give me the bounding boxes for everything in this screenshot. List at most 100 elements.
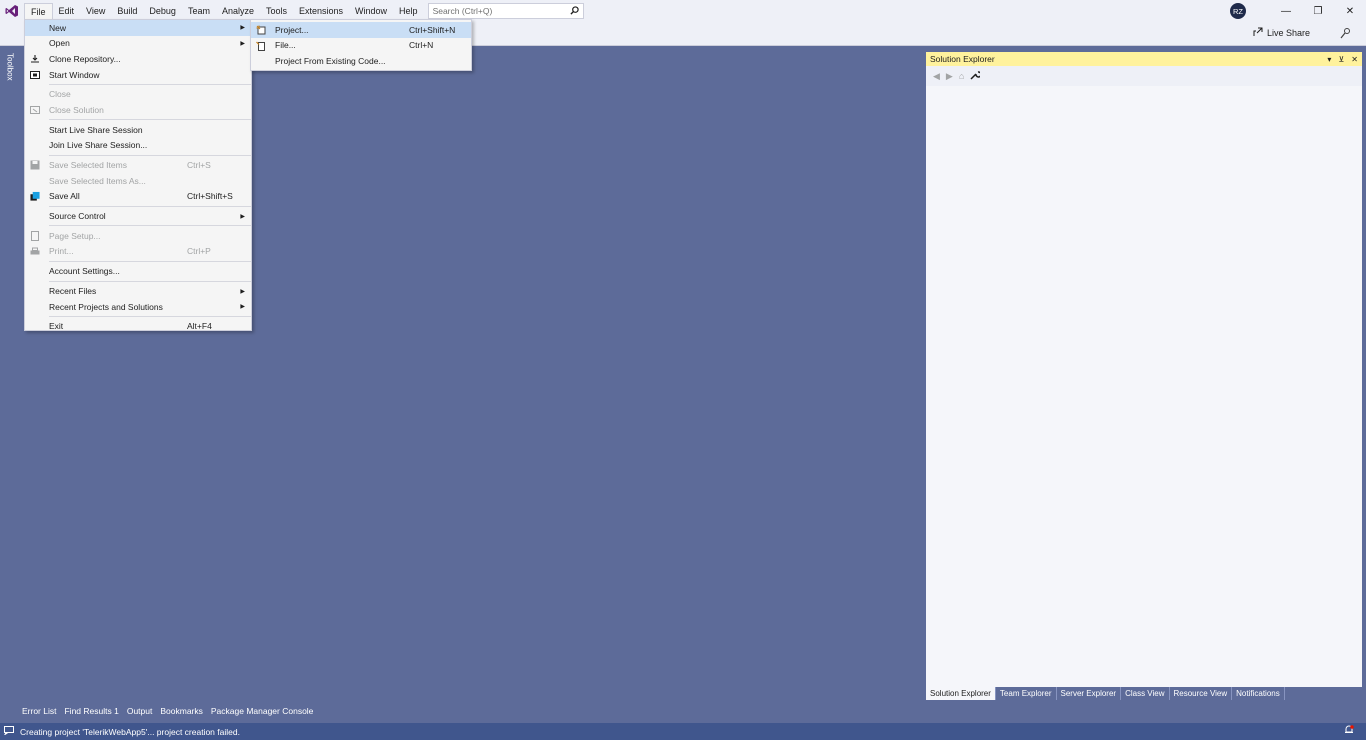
menu-item-close[interactable]: Close	[25, 87, 251, 103]
menu-item-join-live-share[interactable]: Join Live Share Session...	[25, 138, 251, 154]
close-button[interactable]: ✕	[1334, 0, 1366, 22]
tab-team-explorer[interactable]: Team Explorer	[996, 687, 1057, 700]
forward-icon[interactable]: ▶	[946, 71, 953, 82]
menu-analyze[interactable]: Analyze	[216, 3, 260, 19]
menu-item-label: Account Settings...	[49, 266, 120, 277]
menu-item-print[interactable]: Print... Ctrl+P	[25, 244, 251, 260]
menu-item-save-selected[interactable]: Save Selected Items Ctrl+S	[25, 157, 251, 173]
minimize-button[interactable]: —	[1270, 0, 1302, 22]
home-icon[interactable]: ⌂	[959, 71, 964, 81]
menu-tools[interactable]: Tools	[260, 3, 293, 19]
new-project-icon	[256, 25, 266, 35]
status-message: Creating project 'TelerikWebApp5'... pro…	[20, 726, 240, 737]
properties-wrench-icon[interactable]	[970, 70, 982, 82]
solution-explorer-tabs: Solution Explorer Team Explorer Server E…	[926, 687, 1285, 700]
print-icon	[30, 247, 40, 257]
pin-icon[interactable]: ⊻	[1338, 55, 1344, 64]
menu-view[interactable]: View	[80, 3, 111, 19]
menu-item-close-solution[interactable]: Close Solution	[25, 102, 251, 118]
menu-item-save-all[interactable]: Save All Ctrl+Shift+S	[25, 189, 251, 205]
feedback-icon[interactable]	[1340, 27, 1352, 42]
menu-edit[interactable]: Edit	[53, 3, 81, 19]
submenu-arrow-icon: ▶	[240, 25, 245, 32]
menu-separator	[49, 280, 251, 282]
menu-window[interactable]: Window	[349, 3, 393, 19]
menu-separator	[49, 225, 251, 227]
menu-item-label: Project From Existing Code...	[275, 55, 386, 66]
menu-item-recent-files[interactable]: Recent Files ▶	[25, 283, 251, 299]
panel-close-icon[interactable]: ✕	[1351, 55, 1358, 64]
menu-item-exit[interactable]: Exit Alt+F4	[25, 319, 251, 335]
menu-item-start-window[interactable]: Start Window	[25, 67, 251, 83]
menu-item-label: Save Selected Items	[49, 160, 127, 171]
panel-title: Solution Explorer	[930, 54, 995, 64]
search-input[interactable]: Search (Ctrl+Q)	[427, 3, 584, 19]
restore-button[interactable]: ❐	[1302, 0, 1334, 22]
new-submenu: Project... Ctrl+Shift+N File... Ctrl+N P…	[250, 19, 472, 71]
live-share-button[interactable]: Live Share	[1253, 27, 1310, 39]
menu-item-new[interactable]: New ▶	[25, 20, 251, 36]
menu-item-label: Print...	[49, 246, 74, 257]
menu-item-label: File...	[275, 40, 296, 51]
tab-error-list[interactable]: Error List	[18, 704, 60, 719]
menu-item-label: Recent Projects and Solutions	[49, 301, 163, 312]
menu-item-label: Source Control	[49, 211, 106, 222]
menu-extensions[interactable]: Extensions	[293, 3, 349, 19]
menu-separator	[49, 260, 251, 262]
tab-resource-view[interactable]: Resource View	[1170, 687, 1233, 700]
menu-help[interactable]: Help	[393, 3, 424, 19]
menu-separator	[49, 154, 251, 156]
menu-separator	[49, 83, 251, 85]
menu-item-label: Save All	[49, 191, 80, 202]
status-message-icon	[3, 726, 16, 737]
menu-item-shortcut: Ctrl+Shift+S	[187, 191, 233, 202]
menu-separator	[49, 205, 251, 207]
menu-item-label: Start Live Share Session	[49, 124, 143, 135]
menu-item-label: Recent Files	[49, 286, 97, 297]
menu-item-shortcut: Ctrl+Shift+N	[409, 24, 456, 35]
search-placeholder: Search (Ctrl+Q)	[432, 6, 493, 16]
menu-item-label: Start Window	[49, 69, 100, 80]
menu-item-label: Project...	[275, 24, 309, 35]
menu-team[interactable]: Team	[182, 3, 216, 19]
menu-item-save-selected-as[interactable]: Save Selected Items As...	[25, 173, 251, 189]
tab-package-manager-console[interactable]: Package Manager Console	[207, 704, 318, 719]
menu-item-new-file[interactable]: File... Ctrl+N	[251, 38, 471, 54]
toolbox-strip	[0, 46, 20, 706]
menu-file[interactable]: File	[24, 3, 53, 19]
notifications-bell-icon[interactable]	[1344, 725, 1354, 737]
menu-item-label: Clone Repository...	[49, 53, 121, 64]
back-icon[interactable]: ◀	[933, 71, 940, 82]
tab-class-view[interactable]: Class View	[1121, 687, 1170, 700]
title-right-controls: RZ — ❐ ✕	[1230, 0, 1366, 22]
new-file-icon	[256, 41, 266, 51]
bottom-tool-tabs: Error List Find Results 1 Output Bookmar…	[18, 704, 317, 719]
save-all-icon	[30, 191, 40, 202]
tab-solution-explorer[interactable]: Solution Explorer	[926, 687, 996, 700]
menu-item-recent-projects[interactable]: Recent Projects and Solutions ▶	[25, 299, 251, 315]
tab-output[interactable]: Output	[123, 704, 157, 719]
menu-debug[interactable]: Debug	[143, 3, 182, 19]
menu-build[interactable]: Build	[111, 3, 143, 19]
menu-item-new-project[interactable]: Project... Ctrl+Shift+N	[251, 22, 471, 38]
submenu-arrow-icon: ▶	[240, 40, 245, 47]
search-icon[interactable]	[569, 5, 579, 17]
panel-dropdown-icon[interactable]: ▾	[1327, 55, 1331, 64]
tab-bookmarks[interactable]: Bookmarks	[156, 704, 207, 719]
menu-item-page-setup[interactable]: Page Setup...	[25, 228, 251, 244]
solution-explorer-panel: Solution Explorer ▾ ⊻ ✕ ◀ ▶ ⌂	[926, 52, 1362, 687]
avatar[interactable]: RZ	[1230, 3, 1246, 19]
toolbox-tab[interactable]: Toolbox	[3, 50, 17, 84]
menu-item-open[interactable]: Open ▶	[25, 36, 251, 52]
menu-item-label: Save Selected Items As...	[49, 175, 146, 186]
menu-item-start-live-share[interactable]: Start Live Share Session	[25, 122, 251, 138]
menu-item-project-from-existing-code[interactable]: Project From Existing Code...	[251, 53, 471, 69]
menu-item-label: Open	[49, 38, 70, 49]
menu-item-account-settings[interactable]: Account Settings...	[25, 263, 251, 279]
tab-notifications[interactable]: Notifications	[1232, 687, 1285, 700]
menu-item-label: Join Live Share Session...	[49, 140, 148, 151]
tab-server-explorer[interactable]: Server Explorer	[1057, 687, 1122, 700]
menu-item-source-control[interactable]: Source Control ▶	[25, 208, 251, 224]
menu-item-clone-repository[interactable]: Clone Repository...	[25, 51, 251, 67]
tab-find-results[interactable]: Find Results 1	[60, 704, 122, 719]
